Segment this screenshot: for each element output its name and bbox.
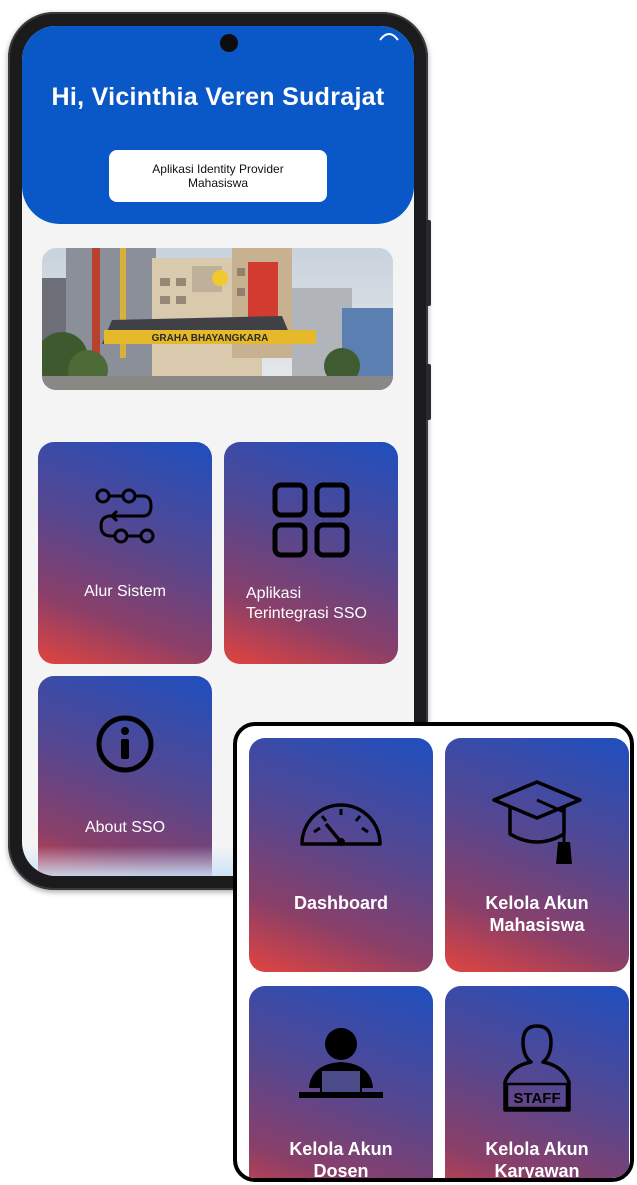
menu-alur-sistem[interactable]: Alur Sistem bbox=[38, 442, 212, 664]
graduation-cap-icon bbox=[492, 780, 582, 864]
menu-label: Aplikasi Terintegrasi SSO bbox=[246, 584, 398, 624]
lecturer-icon bbox=[299, 1028, 383, 1098]
campus-banner: GRAHA BHAYANGKARA bbox=[42, 248, 393, 390]
menu-dashboard[interactable]: Dashboard bbox=[249, 738, 433, 972]
menu-label-line1: Aplikasi bbox=[246, 585, 302, 602]
flow-icon bbox=[95, 488, 155, 544]
info-icon bbox=[96, 715, 154, 773]
greeting-text: Hi, Vicinthia Veren Sudrajat bbox=[51, 83, 385, 111]
menu-label-line1: Kelola Akun bbox=[485, 1139, 589, 1159]
menu-label-line2: Mahasiswa bbox=[489, 915, 585, 935]
menu-label-line2: Karyawan bbox=[494, 1161, 580, 1181]
app-name-line1: Aplikasi Identity Provider bbox=[152, 162, 284, 176]
building-sign-text: GRAHA BHAYANGKARA bbox=[152, 333, 269, 344]
app-name-badge: Aplikasi Identity Provider Mahasiswa bbox=[109, 150, 327, 202]
menu-aplikasi-terintegrasi-sso[interactable]: Aplikasi Terintegrasi SSO bbox=[224, 442, 398, 664]
menu-kelola-akun-mahasiswa[interactable]: Kelola Akun Mahasiswa bbox=[445, 738, 629, 972]
app-name-line2: Mahasiswa bbox=[187, 176, 249, 190]
signal-icon bbox=[379, 33, 399, 41]
menu-label-line2: Terintegrasi SSO bbox=[246, 605, 367, 622]
app-header: Hi, Vicinthia Veren Sudrajat Aplikasi Id… bbox=[22, 26, 414, 224]
menu-kelola-akun-dosen[interactable]: Kelola Akun Dosen bbox=[249, 986, 433, 1181]
staff-icon: STAFF bbox=[503, 1024, 571, 1112]
staff-badge-text: STAFF bbox=[513, 1090, 560, 1107]
menu-label: Dashboard bbox=[293, 893, 389, 913]
menu-label: Kelola Akun Mahasiswa bbox=[445, 892, 629, 936]
campus-building-photo: GRAHA BHAYANGKARA bbox=[42, 248, 393, 390]
menu-label: Alur Sistem bbox=[84, 583, 166, 600]
front-camera bbox=[220, 34, 238, 52]
menu-label-line2: Dosen bbox=[313, 1161, 369, 1181]
volume-button bbox=[426, 220, 431, 306]
menu-label-line1: Kelola Akun bbox=[289, 1139, 393, 1159]
admin-menu-panel: Dashboard Kelola Akun Mahasiswa Kelola A… bbox=[233, 722, 634, 1182]
menu-kelola-akun-karyawan[interactable]: STAFF Kelola Akun Karyawan bbox=[445, 986, 629, 1181]
menu-label: About SSO bbox=[84, 819, 166, 836]
power-button bbox=[426, 364, 431, 420]
menu-label: Kelola Akun Karyawan bbox=[445, 1138, 629, 1181]
grid-apps-icon bbox=[272, 482, 350, 558]
menu-label: Kelola Akun Dosen bbox=[249, 1138, 433, 1181]
menu-label-line1: Kelola Akun bbox=[485, 893, 589, 913]
speedometer-icon bbox=[300, 803, 382, 846]
